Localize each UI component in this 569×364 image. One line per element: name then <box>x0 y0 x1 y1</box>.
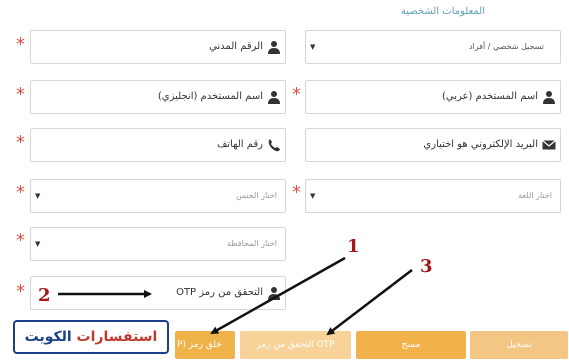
annotation-number-3: 3 <box>420 256 433 277</box>
annotation-arrows <box>58 256 413 336</box>
annotation-number-1: 1 <box>347 236 360 257</box>
annotation-number-2: 2 <box>38 285 51 306</box>
annotation-arrow-1 <box>210 256 346 335</box>
annotation-arrow-3 <box>326 269 413 336</box>
